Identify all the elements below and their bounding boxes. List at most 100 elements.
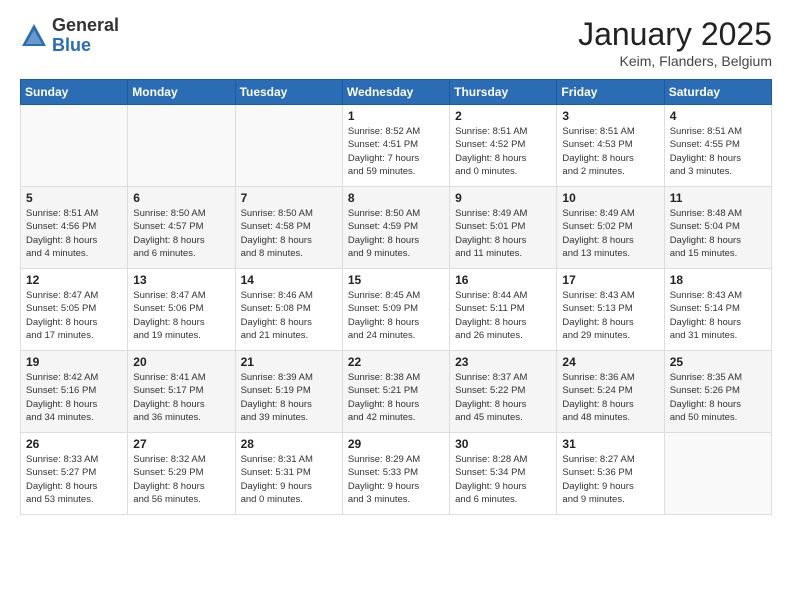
table-row: 26 Sunrise: 8:33 AM Sunset: 5:27 PM Dayli… <box>21 433 128 515</box>
day-info: Sunrise: 8:48 AM Sunset: 5:04 PM Dayligh… <box>670 207 766 260</box>
day-number: 8 <box>348 191 444 205</box>
table-row: 16 Sunrise: 8:44 AM Sunset: 5:11 PM Dayli… <box>450 269 557 351</box>
day-info: Sunrise: 8:28 AM Sunset: 5:34 PM Dayligh… <box>455 453 551 506</box>
day-info: Sunrise: 8:37 AM Sunset: 5:22 PM Dayligh… <box>455 371 551 424</box>
day-info: Sunrise: 8:43 AM Sunset: 5:14 PM Dayligh… <box>670 289 766 342</box>
day-number: 15 <box>348 273 444 287</box>
day-info: Sunrise: 8:38 AM Sunset: 5:21 PM Dayligh… <box>348 371 444 424</box>
calendar-header-row: Sunday Monday Tuesday Wednesday Thursday… <box>21 80 772 105</box>
table-row: 20 Sunrise: 8:41 AM Sunset: 5:17 PM Dayli… <box>128 351 235 433</box>
day-info: Sunrise: 8:51 AM Sunset: 4:56 PM Dayligh… <box>26 207 122 260</box>
col-thursday: Thursday <box>450 80 557 105</box>
day-number: 4 <box>670 109 766 123</box>
table-row: 3Sunrise: 8:51 AM Sunset: 4:53 PM Daylig… <box>557 105 664 187</box>
day-number: 13 <box>133 273 229 287</box>
day-info: Sunrise: 8:27 AM Sunset: 5:36 PM Dayligh… <box>562 453 658 506</box>
day-info: Sunrise: 8:51 AM Sunset: 4:55 PM Dayligh… <box>670 125 766 178</box>
day-info: Sunrise: 8:31 AM Sunset: 5:31 PM Dayligh… <box>241 453 337 506</box>
day-number: 12 <box>26 273 122 287</box>
table-row: 30 Sunrise: 8:28 AM Sunset: 5:34 PM Dayli… <box>450 433 557 515</box>
table-row: 1Sunrise: 8:52 AM Sunset: 4:51 PM Daylig… <box>342 105 449 187</box>
title-block: January 2025 Keim, Flanders, Belgium <box>578 16 772 69</box>
day-info: Sunrise: 8:46 AM Sunset: 5:08 PM Dayligh… <box>241 289 337 342</box>
day-info: Sunrise: 8:32 AM Sunset: 5:29 PM Dayligh… <box>133 453 229 506</box>
day-info: Sunrise: 8:41 AM Sunset: 5:17 PM Dayligh… <box>133 371 229 424</box>
day-info: Sunrise: 8:52 AM Sunset: 4:51 PM Dayligh… <box>348 125 444 178</box>
table-row: 23 Sunrise: 8:37 AM Sunset: 5:22 PM Dayli… <box>450 351 557 433</box>
table-row: 11 Sunrise: 8:48 AM Sunset: 5:04 PM Dayli… <box>664 187 771 269</box>
day-info: Sunrise: 8:44 AM Sunset: 5:11 PM Dayligh… <box>455 289 551 342</box>
logo-blue: Blue <box>52 35 91 55</box>
day-number: 19 <box>26 355 122 369</box>
day-info: Sunrise: 8:47 AM Sunset: 5:05 PM Dayligh… <box>26 289 122 342</box>
day-number: 28 <box>241 437 337 451</box>
day-info: Sunrise: 8:33 AM Sunset: 5:27 PM Dayligh… <box>26 453 122 506</box>
table-row: 22 Sunrise: 8:38 AM Sunset: 5:21 PM Dayli… <box>342 351 449 433</box>
day-number: 16 <box>455 273 551 287</box>
day-number: 23 <box>455 355 551 369</box>
logo: General Blue <box>20 16 119 56</box>
day-info: Sunrise: 8:36 AM Sunset: 5:24 PM Dayligh… <box>562 371 658 424</box>
table-row: 27 Sunrise: 8:32 AM Sunset: 5:29 PM Dayli… <box>128 433 235 515</box>
day-info: Sunrise: 8:42 AM Sunset: 5:16 PM Dayligh… <box>26 371 122 424</box>
page: General Blue January 2025 Keim, Flanders… <box>0 0 792 612</box>
table-row: 21 Sunrise: 8:39 AM Sunset: 5:19 PM Dayli… <box>235 351 342 433</box>
table-row: 8 Sunrise: 8:50 AM Sunset: 4:59 PM Daylig… <box>342 187 449 269</box>
calendar: Sunday Monday Tuesday Wednesday Thursday… <box>20 79 772 515</box>
day-number: 20 <box>133 355 229 369</box>
logo-text: General Blue <box>52 16 119 56</box>
day-number: 25 <box>670 355 766 369</box>
table-row <box>235 105 342 187</box>
header: General Blue January 2025 Keim, Flanders… <box>20 16 772 69</box>
table-row: 25Sunrise: 8:35 AM Sunset: 5:26 PM Dayli… <box>664 351 771 433</box>
col-saturday: Saturday <box>664 80 771 105</box>
logo-general: General <box>52 15 119 35</box>
col-sunday: Sunday <box>21 80 128 105</box>
table-row: 12 Sunrise: 8:47 AM Sunset: 5:05 PM Dayli… <box>21 269 128 351</box>
day-info: Sunrise: 8:47 AM Sunset: 5:06 PM Dayligh… <box>133 289 229 342</box>
table-row: 13 Sunrise: 8:47 AM Sunset: 5:06 PM Dayli… <box>128 269 235 351</box>
month-title: January 2025 <box>578 16 772 53</box>
table-row <box>128 105 235 187</box>
col-friday: Friday <box>557 80 664 105</box>
day-info: Sunrise: 8:45 AM Sunset: 5:09 PM Dayligh… <box>348 289 444 342</box>
day-number: 27 <box>133 437 229 451</box>
day-info: Sunrise: 8:50 AM Sunset: 4:57 PM Dayligh… <box>133 207 229 260</box>
table-row <box>21 105 128 187</box>
week-row-3: 19 Sunrise: 8:42 AM Sunset: 5:16 PM Dayli… <box>21 351 772 433</box>
table-row: 14Sunrise: 8:46 AM Sunset: 5:08 PM Dayli… <box>235 269 342 351</box>
day-number: 29 <box>348 437 444 451</box>
day-number: 24 <box>562 355 658 369</box>
table-row: 5Sunrise: 8:51 AM Sunset: 4:56 PM Daylig… <box>21 187 128 269</box>
day-info: Sunrise: 8:39 AM Sunset: 5:19 PM Dayligh… <box>241 371 337 424</box>
day-info: Sunrise: 8:50 AM Sunset: 4:59 PM Dayligh… <box>348 207 444 260</box>
table-row: 24 Sunrise: 8:36 AM Sunset: 5:24 PM Dayli… <box>557 351 664 433</box>
table-row: 18 Sunrise: 8:43 AM Sunset: 5:14 PM Dayli… <box>664 269 771 351</box>
logo-icon <box>20 22 48 50</box>
day-info: Sunrise: 8:51 AM Sunset: 4:52 PM Dayligh… <box>455 125 551 178</box>
week-row-4: 26 Sunrise: 8:33 AM Sunset: 5:27 PM Dayli… <box>21 433 772 515</box>
table-row: 31Sunrise: 8:27 AM Sunset: 5:36 PM Dayli… <box>557 433 664 515</box>
day-number: 6 <box>133 191 229 205</box>
table-row: 10Sunrise: 8:49 AM Sunset: 5:02 PM Dayli… <box>557 187 664 269</box>
day-number: 18 <box>670 273 766 287</box>
week-row-2: 12 Sunrise: 8:47 AM Sunset: 5:05 PM Dayli… <box>21 269 772 351</box>
col-wednesday: Wednesday <box>342 80 449 105</box>
day-number: 21 <box>241 355 337 369</box>
day-number: 26 <box>26 437 122 451</box>
day-number: 11 <box>670 191 766 205</box>
day-info: Sunrise: 8:49 AM Sunset: 5:02 PM Dayligh… <box>562 207 658 260</box>
day-number: 17 <box>562 273 658 287</box>
table-row: 28 Sunrise: 8:31 AM Sunset: 5:31 PM Dayli… <box>235 433 342 515</box>
day-number: 9 <box>455 191 551 205</box>
week-row-0: 1Sunrise: 8:52 AM Sunset: 4:51 PM Daylig… <box>21 105 772 187</box>
day-number: 22 <box>348 355 444 369</box>
col-monday: Monday <box>128 80 235 105</box>
table-row: 7Sunrise: 8:50 AM Sunset: 4:58 PM Daylig… <box>235 187 342 269</box>
day-number: 30 <box>455 437 551 451</box>
table-row: 29 Sunrise: 8:29 AM Sunset: 5:33 PM Dayli… <box>342 433 449 515</box>
table-row <box>664 433 771 515</box>
table-row: 15 Sunrise: 8:45 AM Sunset: 5:09 PM Dayli… <box>342 269 449 351</box>
day-number: 7 <box>241 191 337 205</box>
day-info: Sunrise: 8:29 AM Sunset: 5:33 PM Dayligh… <box>348 453 444 506</box>
